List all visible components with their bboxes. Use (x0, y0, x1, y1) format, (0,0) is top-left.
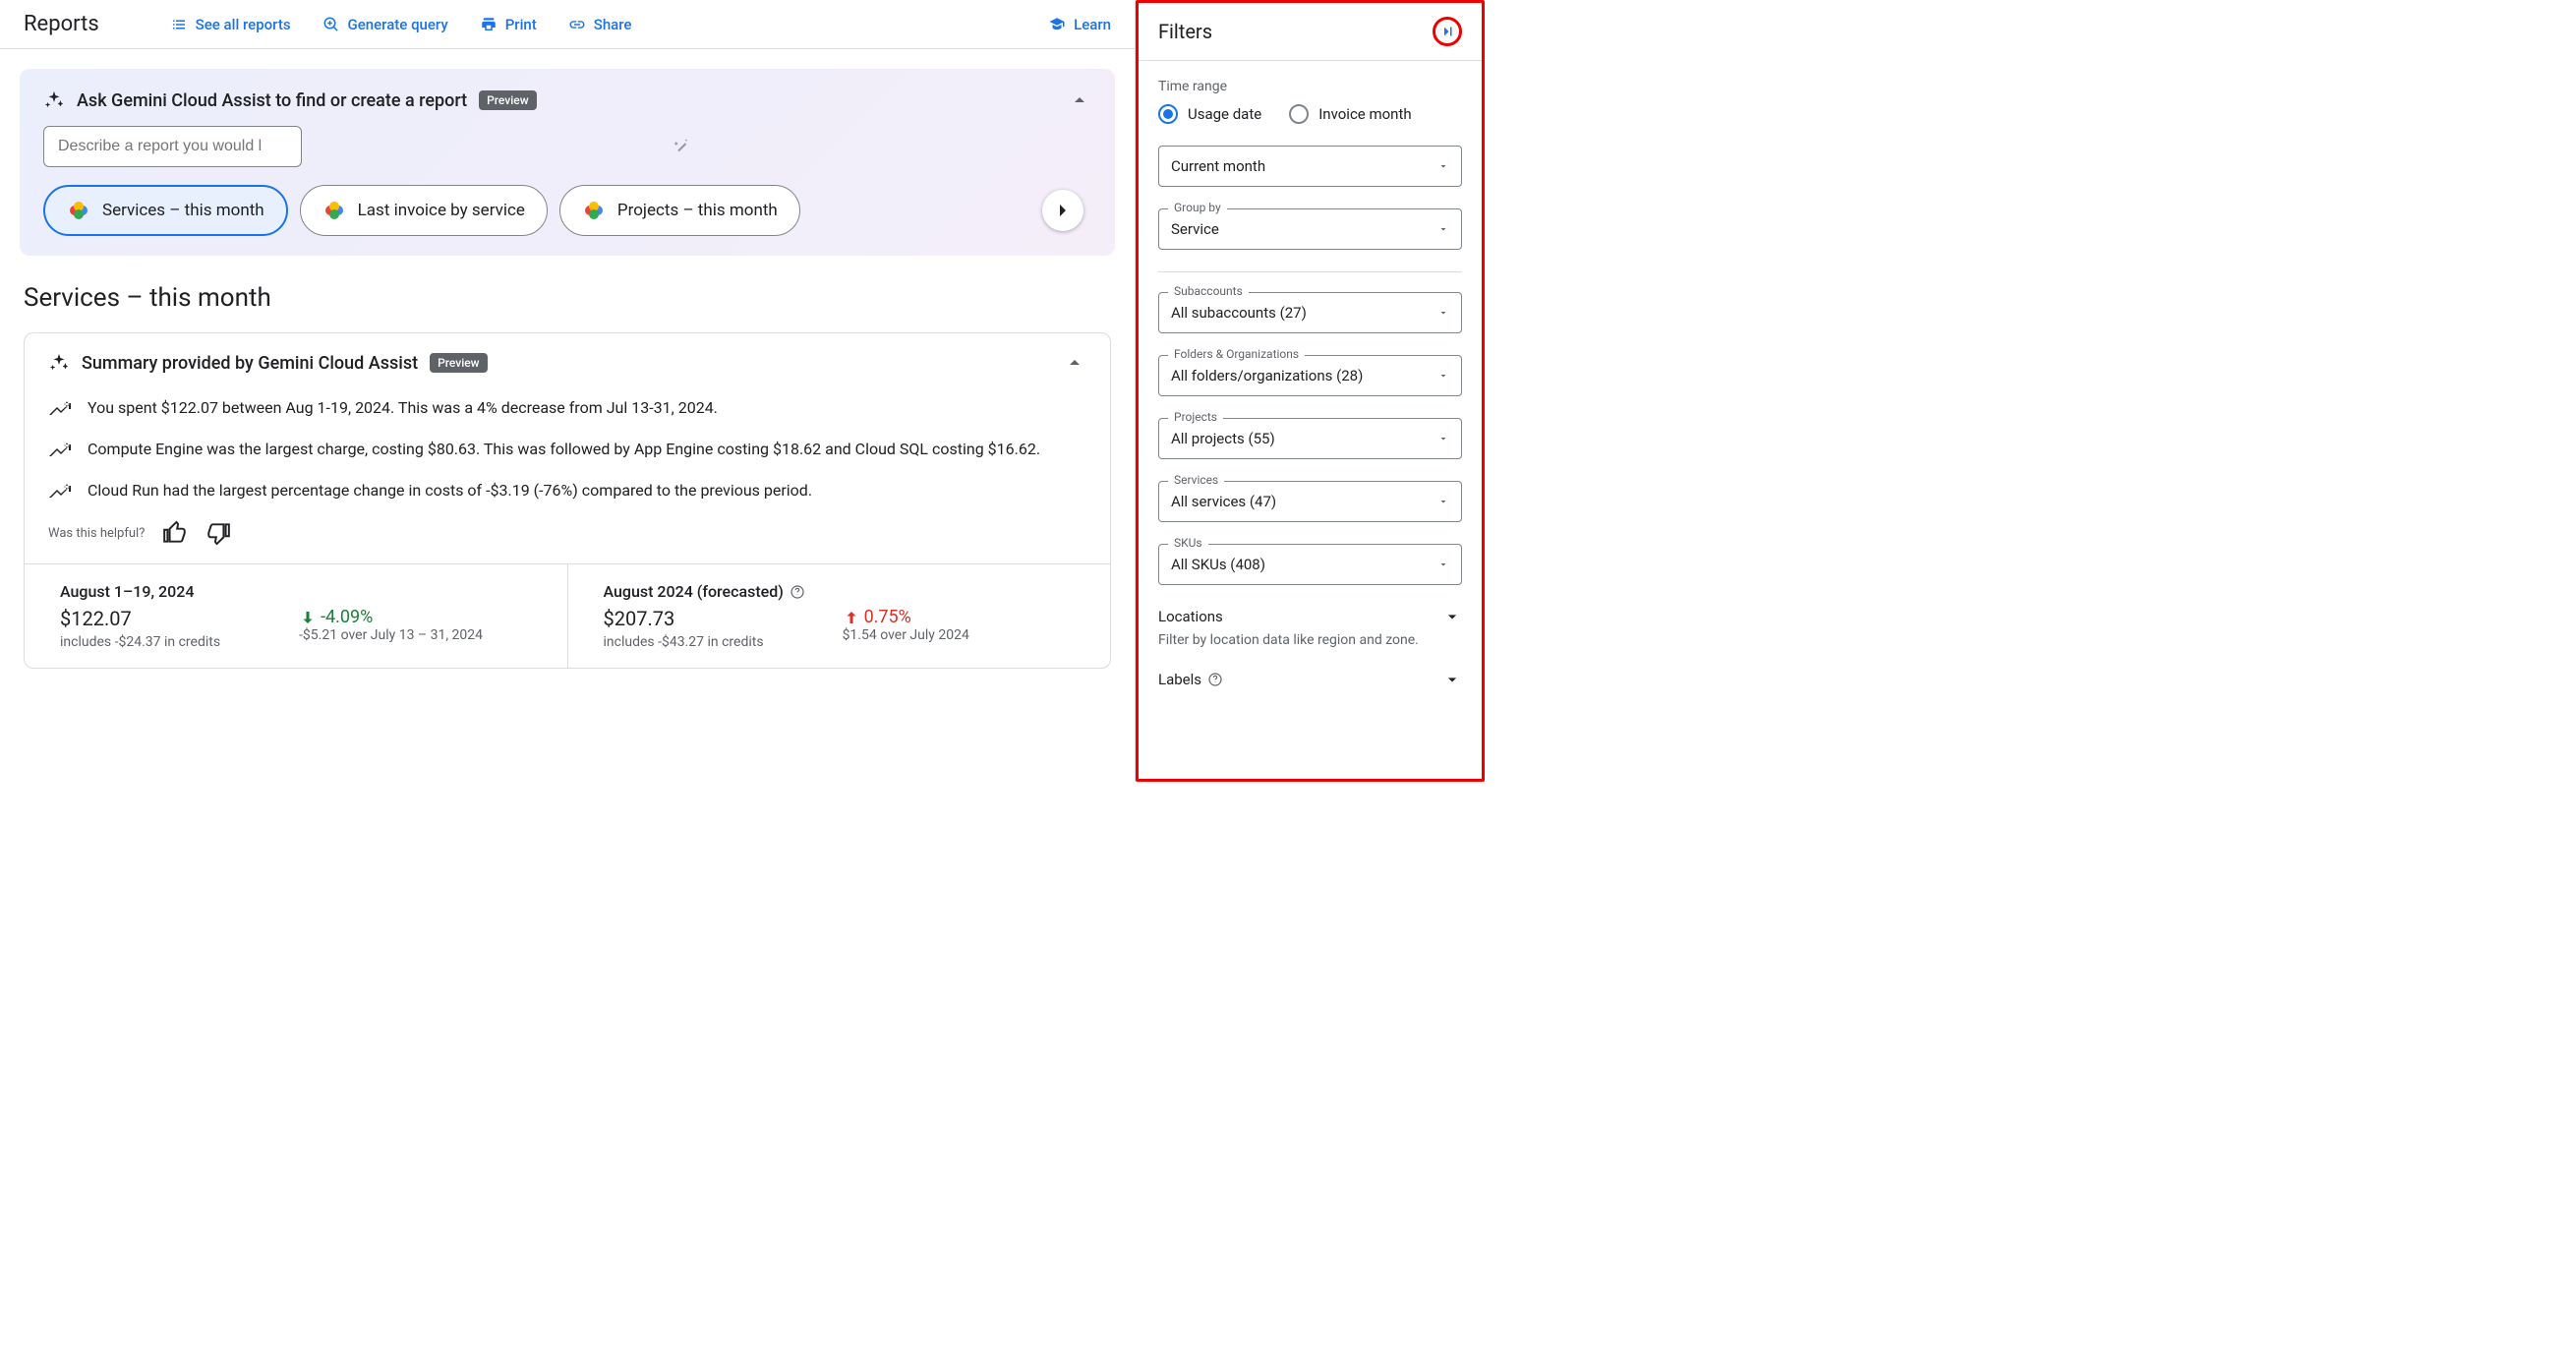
gcp-logo-icon (582, 199, 606, 222)
stat-period: August 2024 (forecasted) (604, 582, 784, 601)
stat-change-sub: -$5.21 over July 13 – 31, 2024 (299, 627, 483, 643)
radio-icon (1158, 104, 1178, 124)
toolbar: Reports See all reports Generate query P… (0, 0, 1135, 49)
learn-icon (1048, 16, 1066, 33)
feedback-label: Was this helpful? (48, 526, 145, 541)
folders-select[interactable]: Folders & Organizations All folders/orga… (1158, 355, 1462, 396)
chevron-down-icon (1442, 670, 1462, 689)
collapse-filters-button[interactable] (1433, 17, 1462, 46)
trend-icon (48, 481, 72, 504)
arrow-down-icon (299, 609, 317, 626)
gemini-title: Ask Gemini Cloud Assist to find or creat… (77, 90, 467, 111)
chevron-right-bar-icon (1438, 23, 1456, 40)
chevron-up-icon (1068, 88, 1091, 112)
projects-select[interactable]: Projects All projects (55) (1158, 418, 1462, 459)
link-icon (568, 16, 586, 33)
chip-services-month[interactable]: Services – this month (43, 185, 288, 236)
help-icon[interactable] (1207, 672, 1223, 687)
print-link[interactable]: Print (480, 16, 537, 33)
group-by-select[interactable]: Group by Service (1158, 208, 1462, 250)
dropdown-icon (1437, 559, 1449, 570)
help-icon[interactable] (790, 584, 805, 600)
time-range-label: Time range (1158, 79, 1462, 94)
print-icon (480, 16, 498, 33)
search-plus-icon (322, 16, 340, 33)
filters-title: Filters (1158, 20, 1212, 43)
share-link[interactable]: Share (568, 16, 632, 33)
chips-scroll-right-button[interactable] (1042, 190, 1083, 231)
list-icon (170, 16, 188, 33)
chevron-up-icon (1063, 351, 1086, 375)
dropdown-icon (1437, 433, 1449, 444)
summary-title: Summary provided by Gemini Cloud Assist (82, 353, 418, 374)
collapse-summary-button[interactable] (1063, 351, 1086, 375)
sparkle-icon (43, 89, 65, 111)
see-all-reports-link[interactable]: See all reports (170, 16, 291, 33)
services-select[interactable]: Services All services (47) (1158, 481, 1462, 522)
stat-sub: includes -$43.27 in credits (604, 634, 764, 650)
sparkle-icon (48, 352, 70, 374)
divider (1158, 271, 1462, 272)
dropdown-icon (1437, 370, 1449, 382)
skus-select[interactable]: SKUs All SKUs (408) (1158, 544, 1462, 585)
stat-change-sub: $1.54 over July 2024 (843, 627, 969, 643)
radio-icon (1289, 104, 1309, 124)
gemini-card: Ask Gemini Cloud Assist to find or creat… (20, 69, 1115, 256)
chevron-right-icon (1051, 199, 1075, 222)
section-title: Services – this month (24, 283, 1111, 313)
gemini-search-input[interactable] (43, 126, 302, 167)
locations-desc: Filter by location data like region and … (1158, 632, 1462, 648)
locations-expand[interactable]: Locations (1158, 607, 1462, 626)
preview-badge: Preview (430, 353, 488, 373)
insight-row: You spent $122.07 between Aug 1-19, 2024… (48, 396, 1086, 422)
gcp-logo-icon (67, 199, 90, 222)
insight-row: Compute Engine was the largest charge, c… (48, 438, 1086, 463)
trend-icon (48, 398, 72, 422)
stat-current: August 1–19, 2024 $122.07 includes -$24.… (25, 564, 567, 668)
chip-projects-month[interactable]: Projects – this month (559, 185, 800, 236)
trend-icon (48, 440, 72, 463)
thumbs-up-button[interactable] (162, 520, 188, 546)
stat-sub: includes -$24.37 in credits (60, 634, 220, 650)
stat-amount: $122.07 (60, 607, 220, 630)
chip-last-invoice[interactable]: Last invoice by service (300, 185, 548, 236)
radio-invoice-month[interactable]: Invoice month (1289, 104, 1411, 124)
insight-row: Cloud Run had the largest percentage cha… (48, 479, 1086, 504)
radio-usage-date[interactable]: Usage date (1158, 104, 1261, 124)
stat-change: 0.75% (843, 607, 969, 627)
stat-amount: $207.73 (604, 607, 764, 630)
labels-expand[interactable]: Labels (1158, 670, 1462, 689)
subaccounts-select[interactable]: Subaccounts All subaccounts (27) (1158, 292, 1462, 333)
arrow-up-icon (843, 609, 860, 626)
learn-link[interactable]: Learn (1048, 16, 1111, 33)
collapse-gemini-button[interactable] (1068, 88, 1091, 112)
wand-icon (673, 138, 690, 155)
summary-card: Summary provided by Gemini Cloud Assist … (24, 332, 1111, 669)
generate-query-link[interactable]: Generate query (322, 16, 448, 33)
filters-panel: Filters Time range Usage date Invoice mo… (1136, 0, 1485, 782)
dropdown-icon (1437, 496, 1449, 507)
stat-change: -4.09% (299, 607, 483, 627)
preview-badge: Preview (479, 90, 537, 110)
dropdown-icon (1437, 160, 1449, 172)
dropdown-icon (1437, 223, 1449, 235)
dropdown-icon (1437, 307, 1449, 319)
page-title: Reports (24, 12, 99, 36)
thumbs-down-button[interactable] (205, 520, 231, 546)
gcp-logo-icon (322, 199, 346, 222)
stat-period: August 1–19, 2024 (60, 582, 532, 601)
chevron-down-icon (1442, 607, 1462, 626)
stat-forecast: August 2024 (forecasted) $207.73 include… (567, 564, 1111, 668)
time-range-select[interactable]: Current month (1158, 146, 1462, 187)
